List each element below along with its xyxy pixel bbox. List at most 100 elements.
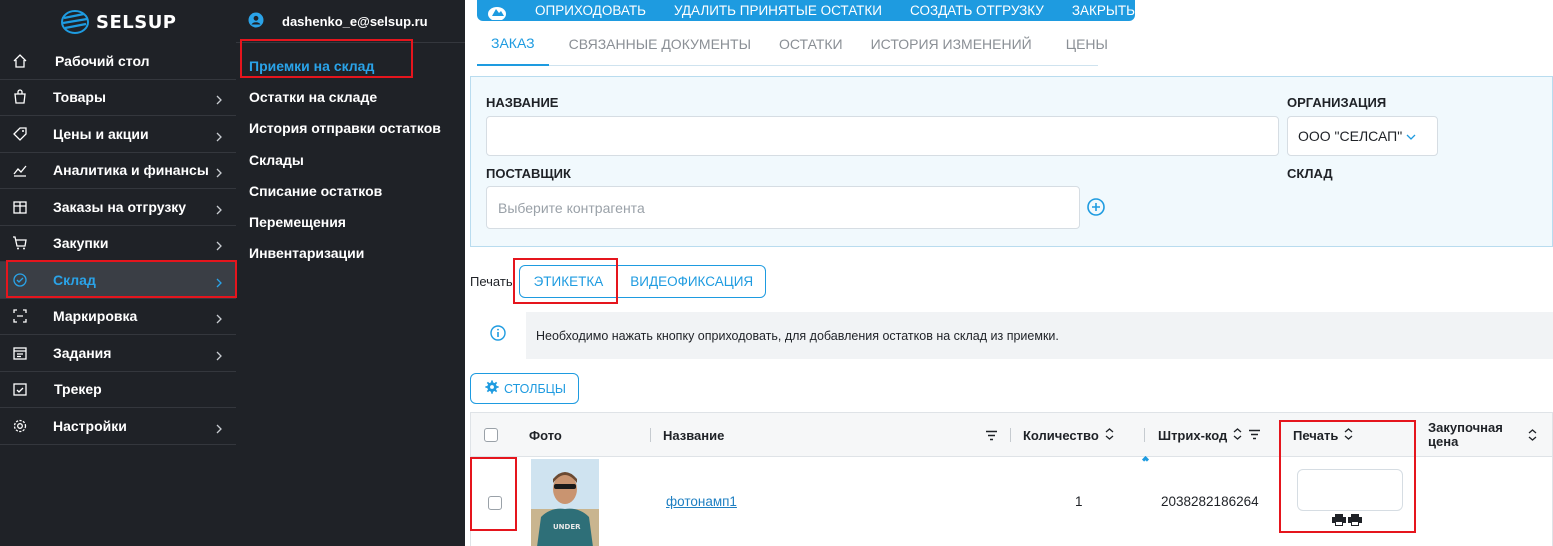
organization-value: ООО "СЕЛСАП" — [1298, 128, 1403, 144]
filter-icon[interactable] — [1248, 428, 1261, 443]
sort-icon[interactable] — [1105, 427, 1114, 443]
column-quantity-label: Количество — [1023, 427, 1099, 443]
sidebar-item-settings[interactable]: Настройки — [0, 408, 236, 445]
column-photo[interactable]: Фото — [529, 413, 562, 457]
product-photo[interactable]: UNDER — [531, 459, 599, 546]
tab-prices[interactable]: ЦЕНЫ — [1046, 22, 1122, 66]
chevron-right-icon — [214, 238, 224, 251]
gear-icon — [485, 380, 499, 397]
sidebar-item-label: Заказы на отгрузку — [53, 198, 187, 215]
print-quantity-input[interactable] — [1297, 469, 1403, 511]
sidebar-item-tasks[interactable]: Задания — [0, 335, 236, 372]
tab-order[interactable]: ЗАКАЗ — [477, 22, 549, 66]
sidebar-item-label: Задания — [53, 344, 112, 361]
sidebar-item-label: Настройки — [53, 417, 127, 434]
submenu-item-transfers[interactable]: Перемещения — [249, 206, 441, 237]
tab-stock[interactable]: ОСТАТКИ — [765, 22, 857, 66]
column-quantity[interactable]: Количество — [1023, 413, 1114, 457]
printer-icon[interactable] — [1331, 513, 1365, 532]
post-button[interactable]: ОПРИХОДОВАТЬ — [535, 3, 646, 18]
submenu-list: Приемки на склад Остатки на складе Истор… — [249, 50, 441, 269]
columns-button[interactable]: СТОЛБЦЫ — [470, 373, 579, 404]
table-header: Фото Название Количество Штрих-код Печат… — [471, 413, 1552, 457]
sidebar-item-dashboard[interactable]: Рабочий стол — [0, 43, 236, 80]
chart-icon — [0, 162, 53, 178]
columns-button-label: СТОЛБЦЫ — [504, 381, 566, 396]
sidebar-item-warehouse[interactable]: Склад — [0, 262, 236, 299]
sidebar-item-label: Аналитика и финансы — [53, 162, 209, 179]
warehouse-label: СКЛАД — [1287, 166, 1333, 181]
select-all-checkbox[interactable] — [484, 428, 498, 442]
box-icon — [0, 199, 53, 215]
column-barcode-label: Штрих-код — [1158, 427, 1228, 443]
sidebar-item-label: Рабочий стол — [55, 52, 150, 69]
submenu-item-inventory[interactable]: Инвентаризации — [249, 238, 441, 269]
label-print-button[interactable]: ЭТИКЕТКА — [518, 265, 619, 298]
close-button[interactable]: ЗАКРЫТЬ — [1072, 3, 1135, 18]
chevron-right-icon — [214, 348, 224, 361]
supplier-field[interactable]: Выберите контрагента — [486, 186, 1080, 229]
submenu-item-receipts[interactable]: Приемки на склад — [249, 50, 441, 81]
chevron-right-icon — [214, 92, 224, 105]
scan-icon — [0, 308, 53, 324]
submenu-item-stock-history[interactable]: История отправки остатков — [249, 113, 441, 144]
sidebar-item-analytics[interactable]: Аналитика и финансы — [0, 153, 236, 189]
add-supplier-icon[interactable] — [1087, 198, 1105, 216]
column-divider — [1279, 428, 1280, 442]
column-divider — [1010, 428, 1011, 442]
info-notice: Необходимо нажать кнопку оприходовать, д… — [470, 312, 1553, 359]
table-row: UNDER фотонамп1 1 2038282186264 — [471, 457, 1552, 546]
organization-select[interactable]: ООО "СЕЛСАП" — [1287, 116, 1438, 156]
calendar-check-icon — [0, 381, 53, 397]
sort-icon[interactable] — [1344, 427, 1353, 443]
selsup-logo[interactable]: SELSUP — [60, 8, 177, 36]
cart-icon — [0, 235, 53, 251]
row-checkbox[interactable] — [488, 496, 502, 510]
column-print[interactable]: Печать — [1293, 413, 1353, 457]
name-field[interactable] — [486, 116, 1279, 156]
items-table: Фото Название Количество Штрих-код Печат… — [470, 412, 1553, 546]
submenu-item-warehouses[interactable]: Склады — [249, 144, 441, 175]
sort-icon[interactable] — [1528, 413, 1537, 457]
filter-icon[interactable] — [985, 413, 998, 457]
tag-icon — [0, 126, 53, 142]
print-options: Печать ЭТИКЕТКА ВИДЕОФИКСАЦИЯ — [470, 265, 767, 298]
create-shipment-button[interactable]: СОЗДАТЬ ОТГРУЗКУ — [910, 3, 1044, 18]
submenu-item-stock[interactable]: Остатки на складе — [249, 81, 441, 112]
sidebar-item-tracker[interactable]: Трекер — [0, 372, 236, 408]
sidebar-item-label: Цены и акции — [53, 125, 149, 142]
logo-icon — [60, 9, 90, 35]
submenu-item-writeoff[interactable]: Списание остатков — [249, 175, 441, 206]
sidebar-item-prices[interactable]: Цены и акции — [0, 116, 236, 153]
tab-history[interactable]: ИСТОРИЯ ИЗМЕНЕНИЙ — [857, 22, 1046, 66]
tab-related-docs[interactable]: СВЯЗАННЫЕ ДОКУМЕНТЫ — [549, 22, 765, 66]
info-icon — [490, 325, 506, 346]
order-form: НАЗВАНИЕ ОРГАНИЗАЦИЯ ООО "СЕЛСАП" ПОСТАВ… — [470, 76, 1553, 247]
sidebar-item-orders[interactable]: Заказы на отгрузку — [0, 189, 236, 226]
sidebar-item-label: Товары — [53, 89, 106, 106]
product-link[interactable]: фотонамп1 — [666, 494, 737, 509]
column-name[interactable]: Название — [663, 413, 724, 457]
column-divider — [650, 428, 651, 442]
action-toolbar: ОПРИХОДОВАТЬ УДАЛИТЬ ПРИНЯТЫЕ ОСТАТКИ СО… — [477, 0, 1135, 21]
sidebar-item-purchases[interactable]: Закупки — [0, 226, 236, 262]
video-print-button[interactable]: ВИДЕОФИКСАЦИЯ — [618, 265, 767, 298]
column-barcode[interactable]: Штрих-код — [1158, 413, 1261, 457]
delete-received-button[interactable]: УДАЛИТЬ ПРИНЯТЫЕ ОСТАТКИ — [674, 3, 882, 18]
sort-icon[interactable] — [1233, 427, 1242, 443]
sidebar-item-marking[interactable]: Маркировка — [0, 299, 236, 335]
chevron-right-icon — [214, 311, 224, 324]
sidebar-item-products[interactable]: Товары — [0, 80, 236, 116]
supplier-label: ПОСТАВЩИК — [486, 166, 571, 181]
sidebar-nav: Рабочий стол Товары Цены и акции Аналити… — [0, 43, 236, 445]
select-all-cell — [484, 413, 498, 457]
sidebar-item-label: Склад — [53, 271, 96, 288]
column-purchase-price[interactable]: Закупочная цена — [1428, 413, 1528, 457]
gear-icon — [0, 418, 53, 434]
sidebar-item-label: Маркировка — [53, 308, 138, 325]
info-icon-container — [470, 312, 526, 359]
warehouse-submenu: dashenko_e@selsup.ru Приемки на склад Ос… — [236, 0, 465, 546]
user-account[interactable]: dashenko_e@selsup.ru — [248, 12, 428, 31]
sidebar-item-label: Трекер — [54, 381, 102, 398]
chevron-right-icon — [214, 275, 224, 288]
